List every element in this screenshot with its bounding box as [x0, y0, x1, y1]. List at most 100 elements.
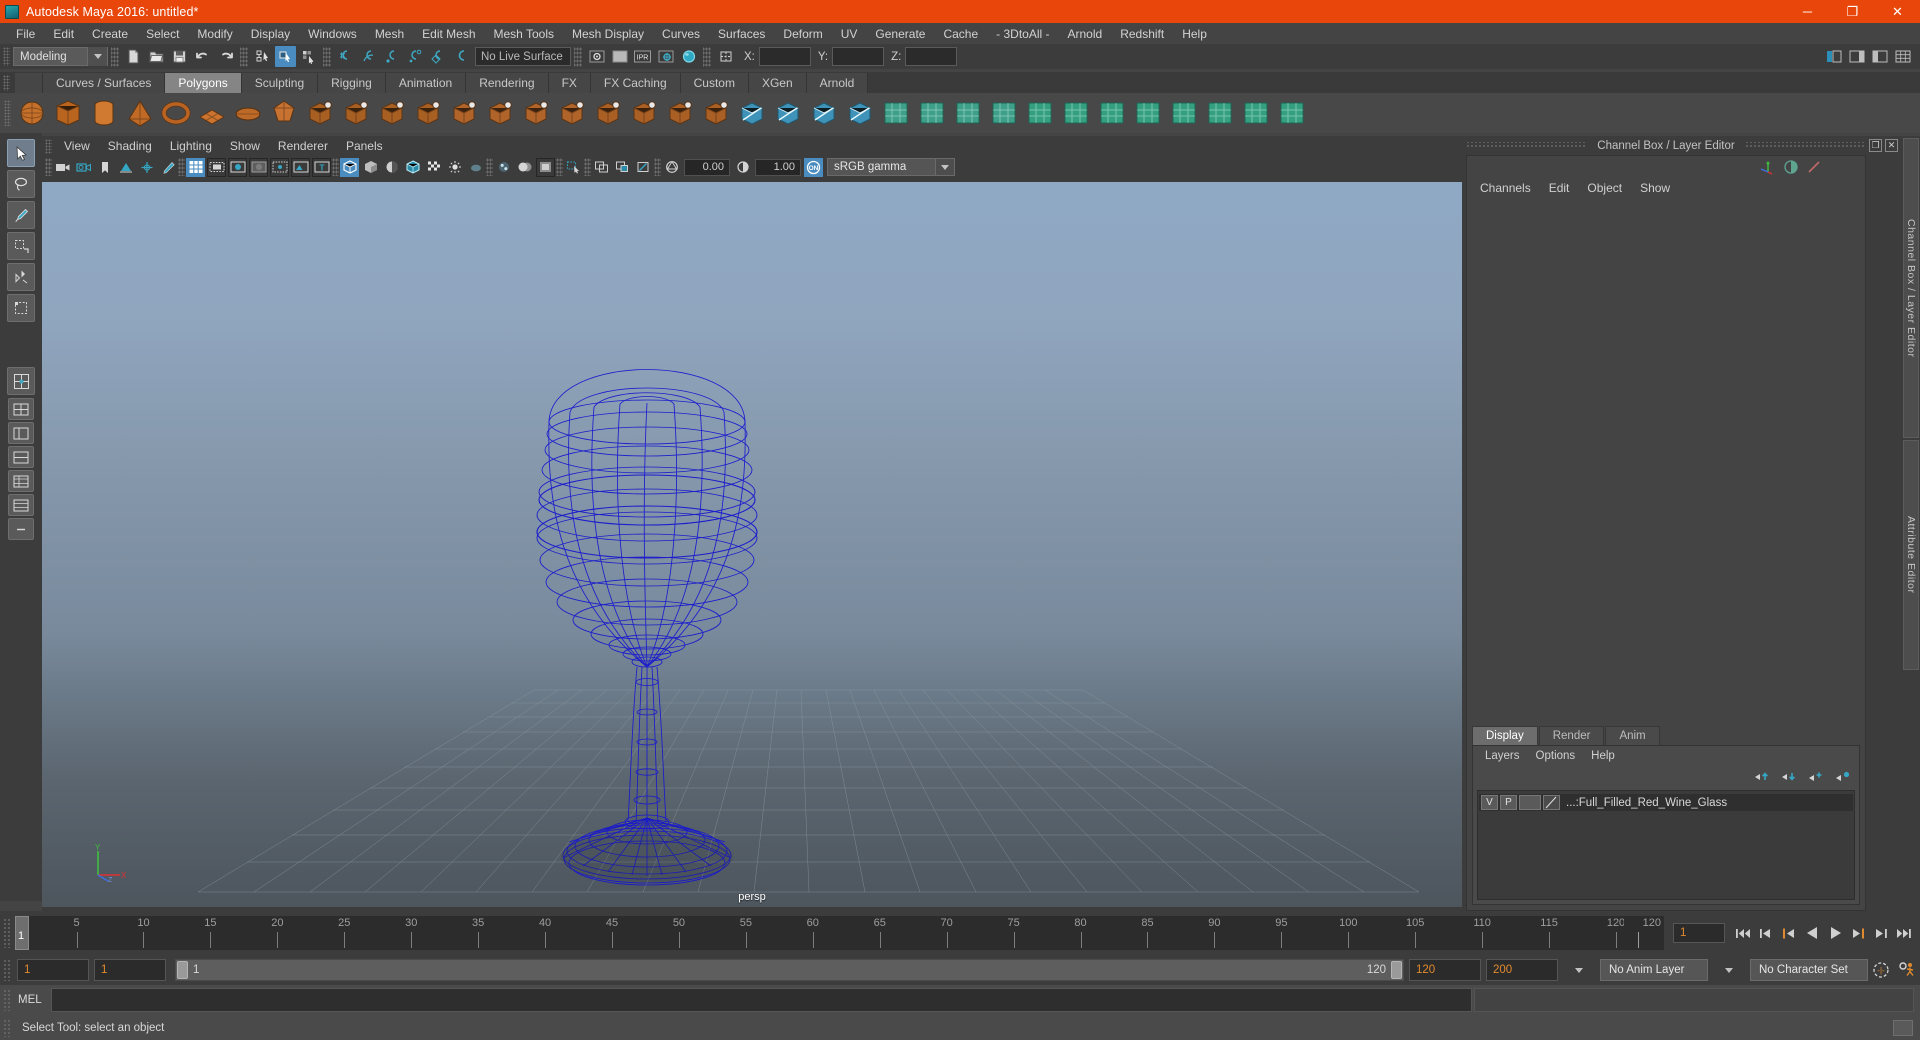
target-weld-icon[interactable] [881, 98, 911, 128]
chevron-down-icon[interactable] [935, 158, 955, 176]
layout-single-perspective[interactable] [7, 367, 35, 395]
menu-item-help[interactable]: Help [1173, 24, 1216, 43]
shelf-bar-grip[interactable] [4, 100, 11, 126]
viewport-menu-renderer[interactable]: Renderer [269, 138, 337, 154]
z-coord-field[interactable] [905, 47, 958, 66]
menu-item-curves[interactable]: Curves [653, 24, 709, 43]
shade-selected-items-icon[interactable] [382, 158, 401, 177]
wireframe-on-shaded-icon[interactable] [403, 158, 422, 177]
layer-editor-tab-render[interactable]: Render [1538, 726, 1605, 745]
poly-cylinder-icon[interactable] [89, 98, 119, 128]
open-scene-icon[interactable] [146, 46, 167, 67]
menu-item-mesh-display[interactable]: Mesh Display [563, 24, 653, 43]
range-end-handle[interactable] [1391, 961, 1402, 979]
new-layer-icon[interactable] [1808, 770, 1824, 783]
shelf-tab-rendering[interactable]: Rendering [466, 73, 549, 93]
cut-uv-icon[interactable] [1169, 98, 1199, 128]
layer-list[interactable]: V P ...:Full_Filled_Red_Wine_Glass [1477, 790, 1855, 900]
character-set-field[interactable]: No Character Set [1750, 959, 1868, 981]
menu-item-edit-mesh[interactable]: Edit Mesh [413, 24, 484, 43]
shelf-tab-polygons[interactable]: Polygons [165, 73, 242, 93]
snap-to-projected-center-icon[interactable] [404, 46, 425, 67]
select-camera-icon[interactable] [53, 158, 72, 177]
menu-item-windows[interactable]: Windows [299, 24, 366, 43]
make-live-icon[interactable] [450, 46, 471, 67]
grid-toggle-icon[interactable] [186, 157, 205, 177]
anim-end-field[interactable]: 200 [1486, 959, 1558, 981]
xray-icon[interactable] [592, 158, 611, 177]
panel-drag-dots-right[interactable] [1744, 142, 1867, 149]
menu-item-display[interactable]: Display [242, 24, 299, 43]
y-coord-field[interactable] [832, 47, 885, 66]
uv-snapshot-icon[interactable] [1277, 98, 1307, 128]
layer-color-swatch[interactable] [1543, 795, 1560, 810]
undock-button[interactable]: ❐ [1869, 139, 1883, 152]
command-input[interactable] [50, 988, 1472, 1012]
isolate-select-icon[interactable] [564, 158, 583, 177]
current-frame-field[interactable]: 1 [1673, 923, 1725, 943]
film-origin-icon[interactable] [270, 157, 289, 177]
maximize-button[interactable]: ❐ [1830, 0, 1875, 23]
step-back-key-icon[interactable] [1779, 922, 1799, 944]
menu-item-3dtoall[interactable]: - 3DtoAll - [987, 24, 1058, 43]
anim-layer-field[interactable]: No Anim Layer [1600, 959, 1708, 981]
exposure-field[interactable]: 0.00 [684, 158, 730, 176]
grease-pencil-icon[interactable] [158, 158, 177, 177]
move-tool[interactable] [7, 232, 35, 260]
select-by-component-icon[interactable] [298, 46, 319, 67]
color-management-toggle-icon[interactable]: ON [804, 157, 823, 177]
command-language-label[interactable]: MEL [18, 994, 42, 1006]
input-output-connections-icon[interactable] [715, 46, 736, 67]
menu-item-generate[interactable]: Generate [866, 24, 934, 43]
snap-to-grid-icon[interactable] [335, 46, 356, 67]
layer-playback-toggle[interactable]: P [1500, 795, 1517, 810]
safe-action-icon[interactable] [291, 157, 310, 177]
motion-blur-icon[interactable] [515, 158, 534, 177]
exposure-icon[interactable] [662, 158, 681, 177]
layout-persp-uv[interactable] [8, 494, 34, 516]
shelf-tab-custom[interactable]: Custom [680, 73, 749, 93]
shelf-tab-animation[interactable]: Animation [385, 73, 467, 93]
wireframe-icon[interactable] [340, 157, 359, 177]
show-manipulators-icon[interactable] [1757, 157, 1778, 178]
ipr-render-icon[interactable]: IPR [632, 46, 653, 67]
auto-key-icon[interactable]: -|- [1868, 958, 1894, 982]
play-backwards-icon[interactable] [1802, 922, 1822, 944]
shelf-options-box[interactable] [15, 73, 43, 93]
step-forward-key-icon[interactable] [1848, 922, 1868, 944]
snap-to-view-plane-icon[interactable] [427, 46, 448, 67]
menu-item-select[interactable]: Select [137, 24, 188, 43]
shelf-grip[interactable] [3, 74, 10, 91]
poly-sphere-icon[interactable] [17, 98, 47, 128]
step-back-frame-icon[interactable] [1756, 922, 1776, 944]
gamma-icon[interactable] [733, 158, 752, 177]
bookmark-icon[interactable] [95, 158, 114, 177]
menu-item-cache[interactable]: Cache [934, 24, 987, 43]
image-plane-icon[interactable] [116, 158, 135, 177]
color-management-dropdown[interactable]: sRGB gamma [827, 158, 955, 176]
layout-persp-graph[interactable] [8, 446, 34, 468]
range-end-field[interactable]: 120 [1409, 959, 1481, 981]
menu-item-create[interactable]: Create [83, 24, 137, 43]
channel-box-toggle-icon[interactable] [1780, 157, 1801, 178]
side-tab-attribute-editor[interactable]: Attribute Editor [1903, 440, 1919, 670]
menu-item-mesh-tools[interactable]: Mesh Tools [485, 24, 563, 43]
range-start-field[interactable]: 1 [94, 959, 166, 981]
chevron-down-icon[interactable] [87, 47, 107, 66]
layout-uv-icon[interactable] [1241, 98, 1271, 128]
unfold-uv-icon[interactable] [1133, 98, 1163, 128]
layer-editor-tab-display[interactable]: Display [1472, 726, 1538, 745]
move-layer-up-icon[interactable] [1754, 770, 1770, 783]
bevel-icon[interactable] [557, 98, 587, 128]
smooth-icon[interactable] [341, 98, 371, 128]
render-current-frame-icon[interactable] [609, 46, 630, 67]
poly-cone-icon[interactable] [125, 98, 155, 128]
layer-row[interactable]: V P ...:Full_Filled_Red_Wine_Glass [1479, 794, 1853, 811]
menu-item-uv[interactable]: UV [832, 24, 867, 43]
bridge-icon[interactable] [593, 98, 623, 128]
gamma-field[interactable]: 1.00 [755, 158, 801, 176]
show-hide-tool-settings-icon[interactable] [1869, 46, 1890, 67]
shelf-tab-rigging[interactable]: Rigging [318, 73, 386, 93]
show-hide-attribute-editor-icon[interactable] [1846, 46, 1867, 67]
menuset-mode-dropdown[interactable]: Modeling [13, 47, 108, 66]
